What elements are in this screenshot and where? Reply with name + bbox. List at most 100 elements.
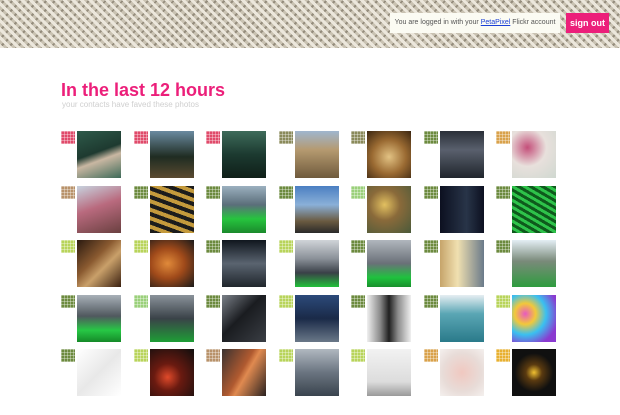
contact-buddy-icon[interactable] <box>496 131 510 144</box>
photo-thumbnail-pink-tree[interactable] <box>77 185 121 233</box>
photo-thumbnail-green-river-skyline[interactable] <box>77 294 121 342</box>
photo-item[interactable] <box>133 185 194 234</box>
contact-buddy-icon[interactable] <box>133 185 148 199</box>
photo-thumbnail-colorful-bubbles[interactable] <box>512 294 556 342</box>
contact-buddy-icon[interactable] <box>61 240 75 253</box>
contact-buddy-icon[interactable] <box>351 240 365 253</box>
photo-thumbnail-black-tower[interactable] <box>222 294 266 342</box>
contact-buddy-icon[interactable] <box>278 131 293 144</box>
photo-item[interactable] <box>206 131 266 179</box>
photo-item[interactable] <box>133 131 194 179</box>
photo-item[interactable] <box>496 131 556 179</box>
photo-item[interactable] <box>133 294 194 343</box>
photo-item[interactable] <box>351 131 411 179</box>
photo-thumbnail-green-canal[interactable] <box>149 294 194 342</box>
photo-thumbnail-canyon[interactable] <box>149 240 194 287</box>
photo-item[interactable] <box>278 240 339 288</box>
contact-buddy-icon[interactable] <box>61 294 75 308</box>
contact-buddy-icon[interactable] <box>133 349 148 362</box>
contact-buddy-icon[interactable] <box>278 349 293 362</box>
contact-buddy-icon[interactable] <box>423 349 438 362</box>
contact-buddy-icon[interactable] <box>423 131 438 144</box>
photo-item[interactable] <box>496 294 556 343</box>
photo-item[interactable] <box>61 131 121 179</box>
photo-thumbnail-blue-night-buildings[interactable] <box>294 294 339 342</box>
photo-thumbnail-teal-water[interactable] <box>439 294 484 342</box>
photo-thumbnail-foggy-skyline[interactable] <box>294 240 339 287</box>
photo-thumbnail-jewelry[interactable] <box>367 185 411 233</box>
photo-thumbnail-green-forest-road[interactable] <box>222 131 266 178</box>
photo-thumbnail-green-pattern[interactable] <box>512 185 556 233</box>
photo-thumbnail-roses[interactable] <box>512 131 556 178</box>
contact-buddy-icon[interactable] <box>278 240 293 253</box>
photo-thumbnail-wet-street[interactable] <box>294 349 339 396</box>
photo-thumbnail-riverwalk[interactable] <box>512 240 556 287</box>
photo-thumbnail-snow-tree[interactable] <box>367 349 411 396</box>
photo-thumbnail-rust-diagonal[interactable] <box>222 349 266 396</box>
photo-thumbnail-woman-in-green-dress[interactable] <box>77 131 121 178</box>
photo-item[interactable] <box>206 185 266 234</box>
photo-thumbnail-wooden-boxes[interactable] <box>77 240 121 287</box>
photo-item[interactable] <box>61 240 121 288</box>
photo-thumbnail-city-aerial[interactable] <box>294 185 339 233</box>
photo-item[interactable] <box>423 294 484 343</box>
contact-buddy-icon[interactable] <box>496 294 510 308</box>
contact-buddy-icon[interactable] <box>278 294 293 308</box>
photo-item[interactable] <box>278 185 339 234</box>
photo-item[interactable] <box>351 349 411 397</box>
photo-thumbnail-rocky-mountain[interactable] <box>294 131 339 178</box>
photo-thumbnail-line-drawing[interactable] <box>77 349 121 396</box>
photo-thumbnail-red-sparks[interactable] <box>149 349 194 396</box>
contact-buddy-icon[interactable] <box>496 349 510 362</box>
contact-buddy-icon[interactable] <box>351 131 365 144</box>
contact-buddy-icon[interactable] <box>206 131 220 144</box>
photo-thumbnail-gold-ring[interactable] <box>512 349 556 396</box>
account-link[interactable]: PetaPixel <box>481 19 511 26</box>
contact-buddy-icon[interactable] <box>61 185 75 199</box>
contact-buddy-icon[interactable] <box>423 240 438 253</box>
contact-buddy-icon[interactable] <box>206 240 220 253</box>
photo-thumbnail-green-river-boat[interactable] <box>222 185 266 233</box>
photo-item[interactable] <box>206 240 266 288</box>
photo-item[interactable] <box>278 294 339 343</box>
photo-thumbnail-ballet-stage[interactable] <box>439 131 484 178</box>
photo-thumbnail-silhouettes-mirror[interactable] <box>367 294 411 342</box>
contact-buddy-icon[interactable] <box>351 294 365 308</box>
photo-item[interactable] <box>133 240 194 288</box>
photo-thumbnail-glass-tower[interactable] <box>439 240 484 287</box>
contact-buddy-icon[interactable] <box>133 240 148 253</box>
contact-buddy-icon[interactable] <box>351 185 365 199</box>
contact-buddy-icon[interactable] <box>206 349 220 362</box>
contact-buddy-icon[interactable] <box>496 185 510 199</box>
photo-item[interactable] <box>278 349 339 397</box>
contact-buddy-icon[interactable] <box>423 294 438 308</box>
contact-buddy-icon[interactable] <box>496 240 510 253</box>
contact-buddy-icon[interactable] <box>61 131 75 144</box>
photo-item[interactable] <box>206 294 266 343</box>
contact-buddy-icon[interactable] <box>278 185 293 199</box>
photo-thumbnail-green-river-city[interactable] <box>367 240 411 287</box>
photo-item[interactable] <box>423 349 484 397</box>
photo-item[interactable] <box>496 185 556 234</box>
contact-buddy-icon[interactable] <box>61 349 75 362</box>
contact-buddy-icon[interactable] <box>133 294 148 308</box>
photo-item[interactable] <box>61 185 121 234</box>
contact-buddy-icon[interactable] <box>206 294 220 308</box>
contact-buddy-icon[interactable] <box>206 185 220 199</box>
photo-thumbnail-dark-trees[interactable] <box>149 131 194 178</box>
photo-item[interactable] <box>351 240 411 288</box>
photo-item[interactable] <box>278 131 339 179</box>
photo-item[interactable] <box>133 349 194 397</box>
photo-thumbnail-cathedral-interior[interactable] <box>367 131 411 178</box>
photo-item[interactable] <box>423 240 484 288</box>
sign-out-button[interactable]: sign out <box>566 13 609 33</box>
photo-item[interactable] <box>351 185 411 234</box>
photo-item[interactable] <box>496 349 556 397</box>
photo-thumbnail-spiral-parking[interactable] <box>149 185 194 233</box>
photo-item[interactable] <box>61 349 121 397</box>
photo-item[interactable] <box>496 240 556 288</box>
contact-buddy-icon[interactable] <box>133 131 148 144</box>
photo-item[interactable] <box>351 294 411 343</box>
photo-thumbnail-bridge-night[interactable] <box>222 240 266 287</box>
photo-item[interactable] <box>206 349 266 397</box>
